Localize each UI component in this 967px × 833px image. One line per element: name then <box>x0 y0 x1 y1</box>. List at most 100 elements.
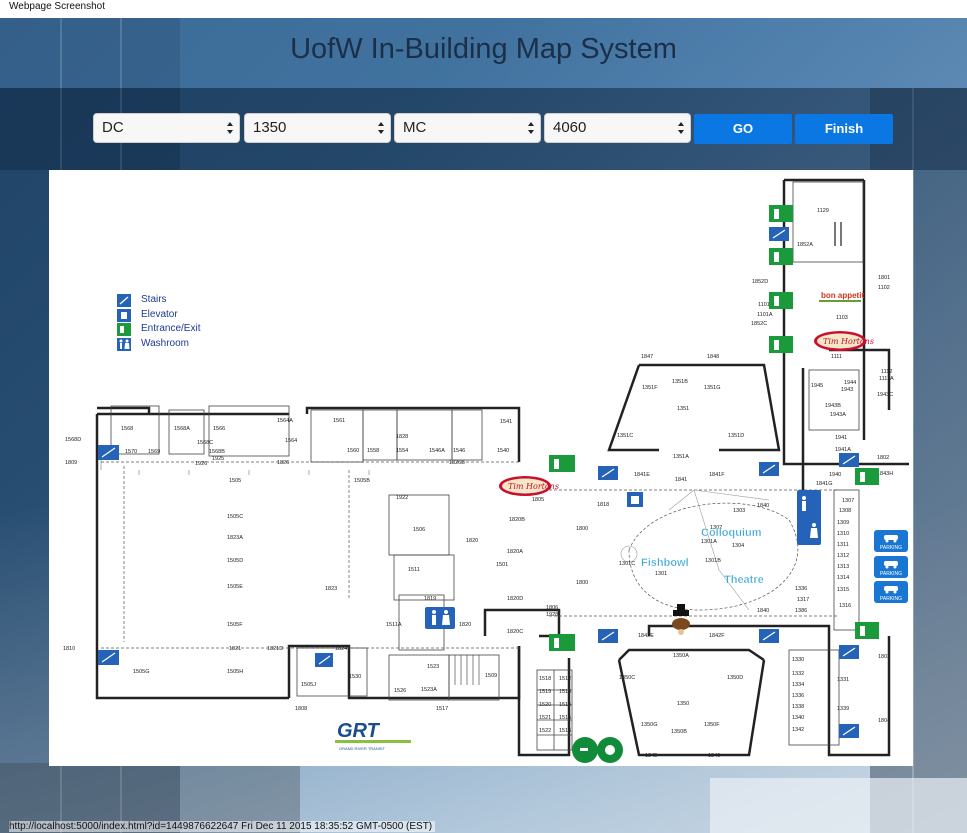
room-1332: 1332 <box>792 671 804 677</box>
room-1940: 1940 <box>829 472 841 478</box>
room-1922: 1922 <box>396 495 408 501</box>
room-1569: 1569 <box>148 449 160 455</box>
room-1824: 1824 <box>335 646 347 652</box>
room-1505H: 1505H <box>227 669 243 675</box>
room-1943A: 1943A <box>830 412 846 418</box>
room-1568D: 1568D <box>65 437 81 443</box>
room-1505G: 1505G <box>133 669 150 675</box>
to-building-select[interactable]: MC <box>394 113 541 143</box>
room-1820: 1820 <box>459 622 471 628</box>
room-1554: 1554 <box>396 448 408 454</box>
room-1540: 1540 <box>497 448 509 454</box>
room-1842F: 1842F <box>709 633 725 639</box>
from-building-value: DC <box>102 119 124 136</box>
room-1505J: 1505J <box>301 682 316 688</box>
room-1350F: 1350F <box>704 722 720 728</box>
room-1518: 1518 <box>539 676 551 682</box>
room-1351C: 1351C <box>617 433 633 439</box>
parking-icon-1: PARKING <box>874 530 908 552</box>
room-1317: 1317 <box>797 597 809 603</box>
room-1800-b: 1800 <box>576 580 588 586</box>
room-1308: 1308 <box>839 508 851 514</box>
room-1522: 1522 <box>539 728 551 734</box>
grt-logo-text: GRT <box>337 720 381 742</box>
floor-map[interactable]: 1847 1848 1351B 1351F 1351G 1351 1351C 1… <box>49 170 913 766</box>
room-1509: 1509 <box>485 673 497 679</box>
room-1526: 1526 <box>394 688 406 694</box>
room-1801: 1801 <box>878 275 890 281</box>
room-1828: 1828 <box>396 434 408 440</box>
room-1350C: 1350C <box>619 675 635 681</box>
room-1351F: 1351F <box>642 385 658 391</box>
select-arrows-icon <box>678 122 684 134</box>
room-1568C: 1568C <box>197 440 213 446</box>
room-1568B: 1568B <box>209 449 225 455</box>
room-1530: 1530 <box>349 674 361 680</box>
room-1351B: 1351B <box>672 379 688 385</box>
room-1840-b: 1840 <box>757 608 769 614</box>
finish-button[interactable]: Finish <box>795 114 893 144</box>
room-1336-b: 1336 <box>792 693 804 699</box>
room-1517: 1517 <box>436 706 448 712</box>
room-1101: 1101 <box>758 302 770 308</box>
room-1842E: 1842E <box>638 633 654 639</box>
room-1351G: 1351G <box>704 385 721 391</box>
room-1340: 1340 <box>792 715 804 721</box>
room-1516: 1516 <box>559 728 571 734</box>
room-1841G: 1841G <box>816 481 833 487</box>
room-1512: 1512 <box>559 676 571 682</box>
room-1513: 1513 <box>559 689 571 695</box>
room-1568: 1568 <box>121 426 133 432</box>
room-1803: 1803 <box>878 654 890 660</box>
room-1809: 1809 <box>65 460 77 466</box>
room-1558: 1558 <box>367 448 379 454</box>
room-1511A: 1511A <box>386 622 402 628</box>
browser-title: Webpage Screenshot <box>9 1 105 12</box>
room-1103: 1103 <box>836 315 848 321</box>
room-1820A: 1820A <box>507 549 523 555</box>
to-room-select[interactable]: 4060 <box>544 113 691 143</box>
select-arrows-icon <box>528 122 534 134</box>
room-1301: 1301 <box>655 571 667 577</box>
room-1846: 1846 <box>708 753 720 759</box>
room-1101A: 1101A <box>757 312 773 318</box>
room-1848: 1848 <box>707 354 719 360</box>
legend-item-washroom: Washroom <box>117 338 227 352</box>
room-1342: 1342 <box>792 727 804 733</box>
car-icon <box>884 586 898 594</box>
go-logo-text: GO <box>49 170 51 171</box>
room-1386: 1386 <box>795 608 807 614</box>
room-1350B: 1350B <box>671 729 687 735</box>
room-1334: 1334 <box>792 682 804 688</box>
room-1111A: 1111A <box>879 376 894 382</box>
room-1330: 1330 <box>792 657 804 663</box>
room-1810: 1810 <box>63 646 75 652</box>
room-1331: 1331 <box>837 677 849 683</box>
room-1841F: 1841F <box>709 472 725 478</box>
room-1818: 1818 <box>597 502 609 508</box>
legend-item-elevator: Elevator <box>117 309 227 323</box>
room-1821: 1821 <box>229 646 241 652</box>
room-1313: 1313 <box>837 564 849 570</box>
elevator-icon <box>627 492 643 507</box>
room-1843H: 1843H <box>877 471 893 477</box>
browser-title-bar: Webpage Screenshot <box>0 0 967 18</box>
room-1840: 1840 <box>757 503 769 509</box>
parking-icon-3: PARKING <box>874 581 908 603</box>
go-button[interactable]: GO <box>694 114 792 144</box>
room-1303: 1303 <box>733 508 745 514</box>
room-1521: 1521 <box>539 715 551 721</box>
room-1560: 1560 <box>347 448 359 454</box>
room-1943B: 1943B <box>825 403 841 409</box>
room-1570: 1570 <box>125 449 137 455</box>
from-building-select[interactable]: DC <box>93 113 240 143</box>
room-1336: 1336 <box>795 586 807 592</box>
room-1311: 1311 <box>837 542 849 548</box>
room-1505: 1505 <box>229 478 241 484</box>
bon-appetit-logo: bon appetit <box>819 291 864 302</box>
room-1823: 1823 <box>325 586 337 592</box>
room-1944: 1944 <box>844 380 856 386</box>
grt-subtitle: GRAND RIVER TRANSIT <box>339 746 385 751</box>
from-room-select[interactable]: 1350 <box>244 113 391 143</box>
legend-item-entrance-exit: Entrance/Exit <box>117 323 227 337</box>
